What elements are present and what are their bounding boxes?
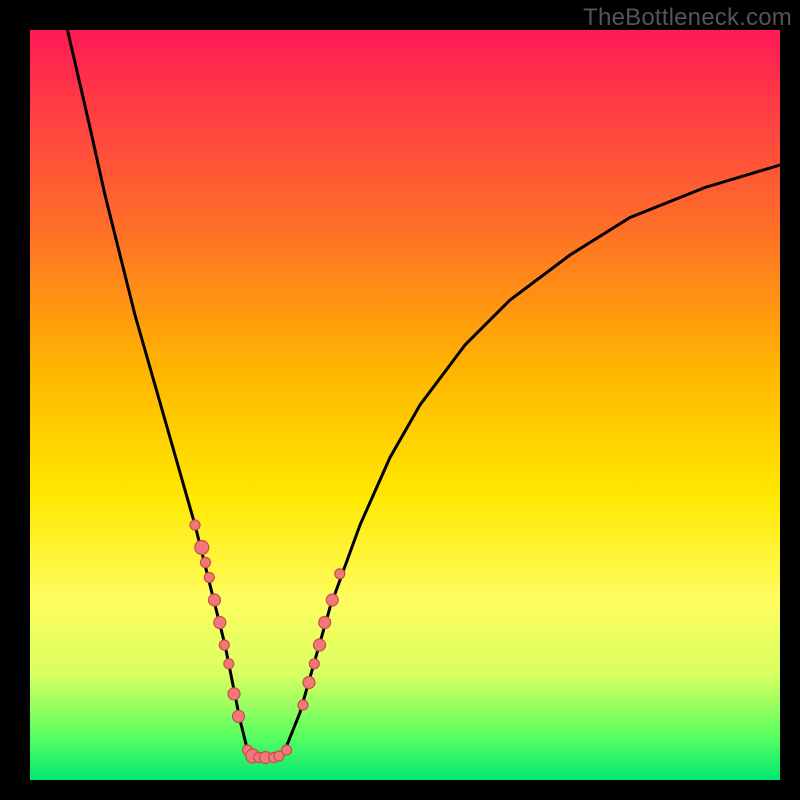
watermark-label: TheBottleneck.com bbox=[583, 4, 792, 32]
data-point bbox=[282, 745, 292, 755]
chart-svg bbox=[30, 30, 780, 780]
data-point bbox=[219, 640, 229, 650]
data-point bbox=[309, 659, 319, 669]
data-point bbox=[335, 569, 345, 579]
data-point bbox=[326, 594, 338, 606]
data-point bbox=[298, 700, 308, 710]
data-point bbox=[214, 617, 226, 629]
data-point bbox=[228, 688, 240, 700]
data-points bbox=[190, 520, 345, 764]
data-point bbox=[209, 594, 221, 606]
data-point bbox=[303, 677, 315, 689]
data-point bbox=[190, 520, 200, 530]
data-point bbox=[314, 639, 326, 651]
data-point bbox=[195, 541, 209, 555]
chart-frame: TheBottleneck.com bbox=[0, 0, 800, 800]
data-point bbox=[224, 659, 234, 669]
data-point bbox=[204, 573, 214, 583]
bottleneck-curve bbox=[68, 30, 781, 758]
data-point bbox=[319, 617, 331, 629]
data-point bbox=[201, 558, 211, 568]
plot-area bbox=[30, 30, 780, 780]
data-point bbox=[233, 710, 245, 722]
